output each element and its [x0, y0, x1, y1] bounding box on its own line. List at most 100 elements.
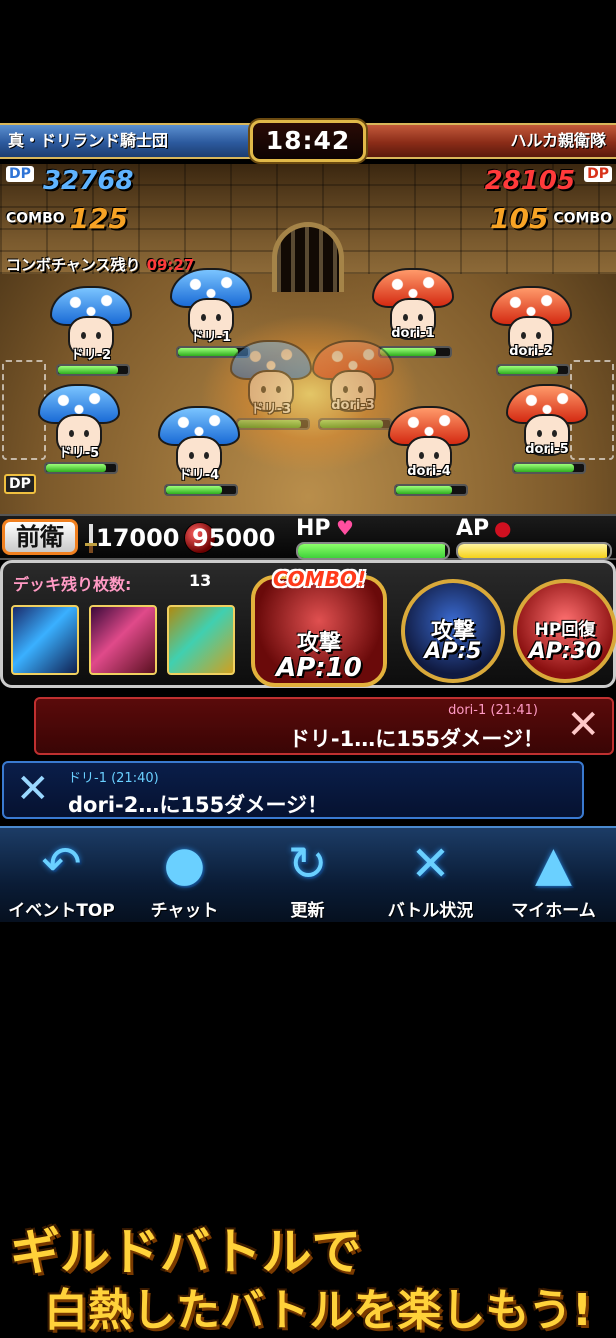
enemy-combo-label: COMBO — [553, 210, 612, 227]
deck-card[interactable] — [167, 605, 235, 675]
bottom-nav: ↶ イベントTOP ● チャット ↻ 更新 ✕ バトル状況 ▲ マイホーム — [0, 826, 616, 922]
ally-unit[interactable]: ドリ-4 — [154, 406, 244, 506]
skill-ap-cost: AP:5 — [424, 639, 482, 664]
combo-chance-label: コンボチャンス残り — [6, 256, 141, 274]
unit-hp-fill — [58, 366, 118, 374]
battlefield: DP 32768 28105 DP COMBO 125 105 COMBO コン… — [0, 164, 616, 514]
arena-gate — [272, 222, 344, 292]
enemy-combo: 105 COMBO — [490, 202, 612, 235]
deck-panel: デッキ残り枚数: 13 攻撃 AP:10 COMBO! 攻撃 AP:5 HP回復… — [0, 560, 616, 688]
unit-name: dori-1 — [391, 326, 435, 341]
unit-name: dori-5 — [525, 442, 569, 457]
nav-event-top[interactable]: ↶ イベントTOP — [0, 828, 123, 922]
unit-name: dori-4 — [407, 464, 451, 479]
promo-subline: 白熱したバトルを楽しもう! — [44, 1285, 593, 1336]
dragon-attack-skill-button[interactable]: 攻撃 AP:5 — [401, 579, 505, 683]
deck-card[interactable] — [11, 605, 79, 675]
attack-skill-button[interactable]: 攻撃 AP:10 — [251, 575, 387, 687]
deck-remaining-label: デッキ残り枚数: — [13, 575, 132, 594]
unit-hp-bar — [44, 462, 118, 474]
crossed-swords-icon: ✕ — [566, 702, 600, 748]
home-icon: ▲ — [535, 836, 572, 892]
defense-value: 95000 — [192, 524, 276, 552]
ally-combo-label: COMBO — [6, 210, 65, 227]
log-meta: dori-1 (21:41) — [448, 703, 538, 718]
team-bar: 真・ドリランド騎士団 ハルカ親衛隊 18:42 — [0, 120, 616, 164]
ap-gauge — [456, 542, 612, 560]
unit-hp-fill — [46, 464, 106, 472]
skill-title: HP回復 — [534, 620, 596, 640]
unit-name: ドリ-4 — [178, 468, 220, 483]
enemy-unit[interactable]: dori-4 — [384, 406, 474, 506]
nav-chat[interactable]: ● チャット — [123, 828, 246, 922]
heart-plus-icon: ♥ — [336, 516, 354, 540]
deck-remaining-count: 13 — [189, 571, 212, 590]
skill-ap-cost: AP:10 — [276, 653, 362, 683]
crossed-swords-icon: ✕ — [410, 836, 451, 892]
enemy-combo-value: 105 — [489, 202, 549, 235]
unit-name: dori-2 — [509, 344, 553, 359]
nav-label: 更新 — [290, 901, 325, 921]
unit-hp-bar — [512, 462, 586, 474]
unit-hp-fill — [320, 420, 383, 428]
nav-label: チャット — [150, 901, 219, 921]
unit-hp-fill — [514, 464, 574, 472]
nav-label: マイホーム — [511, 901, 596, 921]
nav-refresh[interactable]: ↻ 更新 — [246, 828, 369, 922]
unit-hp-bar — [496, 364, 570, 376]
position-label[interactable]: 前衛 — [2, 519, 78, 555]
ally-team-name: 真・ドリランド騎士団 — [0, 123, 262, 159]
enemy-team-name: ハルカ親衛隊 — [354, 123, 616, 159]
stats-bar: 前衛 17000 95000 HP ♥ AP ● — [0, 514, 616, 560]
unit-hp-fill — [166, 486, 222, 494]
hp-label: HP — [296, 516, 331, 541]
refresh-icon: ↻ — [287, 836, 328, 892]
chat-bubble-icon: ● — [163, 836, 206, 892]
battle-log-entry-enemy: dori-1 (21:41) ドリ-1…に155ダメージ！ ✕ — [34, 697, 614, 755]
heal-skill-button[interactable]: HP回復 AP:30 — [513, 579, 616, 683]
battle-timer: 18:42 — [250, 120, 366, 162]
back-arrow-icon: ↶ — [41, 836, 82, 892]
ally-dp-label: DP — [6, 166, 34, 182]
unit-hp-bar — [236, 418, 310, 430]
nav-battle-status[interactable]: ✕ バトル状況 — [369, 828, 492, 922]
enemy-unit[interactable]: dori-5 — [502, 384, 592, 484]
crossed-swords-icon: ✕ — [16, 766, 50, 812]
enemy-dp: 28105 DP — [485, 166, 612, 196]
ally-dp: DP 32768 — [6, 166, 133, 196]
deck-card[interactable] — [89, 605, 157, 675]
unit-hp-fill — [396, 486, 452, 494]
log-message: ドリ-1…に155ダメージ！ — [288, 727, 544, 751]
ally-unit[interactable]: ドリ-2 — [46, 286, 136, 386]
enemy-unit[interactable]: dori-2 — [486, 286, 576, 386]
hp-gauge — [296, 542, 450, 560]
unit-hp-bar — [56, 364, 130, 376]
nav-label: イベントTOP — [8, 901, 115, 921]
ally-combo: COMBO 125 — [6, 202, 128, 235]
ally-combo-value: 125 — [69, 202, 129, 235]
log-message: dori-2…に155ダメージ！ — [68, 793, 329, 817]
cherry-icon: ● — [494, 516, 512, 540]
battle-log-entry-ally: ✕ ドリ-1 (21:40) dori-2…に155ダメージ！ — [2, 761, 584, 819]
enemy-dp-value: 28105 — [484, 166, 576, 196]
ally-unit[interactable]: ドリ-5 — [34, 384, 124, 484]
hp-gauge-fill — [298, 544, 445, 558]
dp-badge: DP — [4, 474, 36, 494]
unit-hp-bar — [394, 484, 468, 496]
combo-badge: COMBO! — [273, 567, 366, 591]
skill-ap-cost: AP:30 — [528, 639, 602, 664]
unit-hp-bar — [318, 418, 392, 430]
unit-hp-fill — [498, 366, 558, 374]
unit-name: ドリ-2 — [70, 348, 112, 363]
attack-value: 17000 — [96, 524, 180, 552]
ally-dp-value: 32768 — [42, 166, 134, 196]
log-meta: ドリ-1 (21:40) — [68, 771, 159, 786]
unit-hp-fill — [238, 420, 301, 428]
unit-hp-bar — [164, 484, 238, 496]
ap-gauge-fill — [458, 544, 607, 558]
nav-label: バトル状況 — [387, 901, 474, 921]
enemy-dp-label: DP — [584, 166, 612, 182]
nav-my-home[interactable]: ▲ マイホーム — [492, 828, 615, 922]
ap-label: AP — [456, 516, 490, 541]
unit-name: ドリ-5 — [58, 446, 100, 461]
